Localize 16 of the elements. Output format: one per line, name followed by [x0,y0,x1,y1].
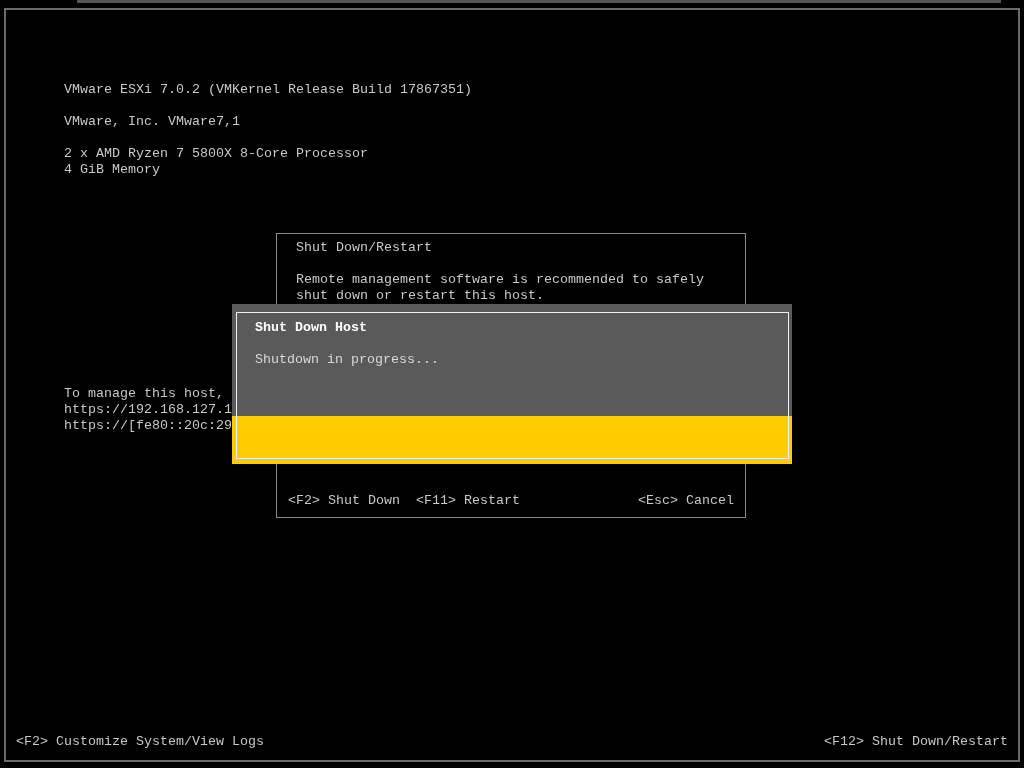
management-info-line: To manage this host, [64,386,225,402]
dialog-title: Shut Down/Restart [296,240,433,256]
system-info-line: 4 GiB Memory [64,162,161,178]
system-info-line: VMware ESXi 7.0.2 (VMKernel Release Build 17867351) [64,82,473,98]
dialog-message: Shutdown in progress... [255,352,440,368]
system-info-line: 2 x AMD Ryzen 7 5800X 8-Core Processor [64,146,369,162]
management-info-line: https://[fe80::20c:29 [64,418,233,434]
management-info-line: https://192.168.127.1 [64,402,233,418]
system-info-line: VMware, Inc. VMware7,1 [64,114,241,130]
cancel-action[interactable]: <Esc> Cancel [638,493,734,509]
customize-system-hint[interactable]: <F2> Customize System/View Logs [16,734,264,750]
dialog-action[interactable]: <F2> Shut Down [288,493,400,509]
dialog-action[interactable]: <F11> Restart [416,493,520,509]
dialog-title: Shut Down Host [255,320,368,336]
dialog-message: Remote management software is recommended to safely shut down or restart this host. [296,272,705,304]
shutdown-restart-hint[interactable]: <F12> Shut Down/Restart [824,734,1008,750]
